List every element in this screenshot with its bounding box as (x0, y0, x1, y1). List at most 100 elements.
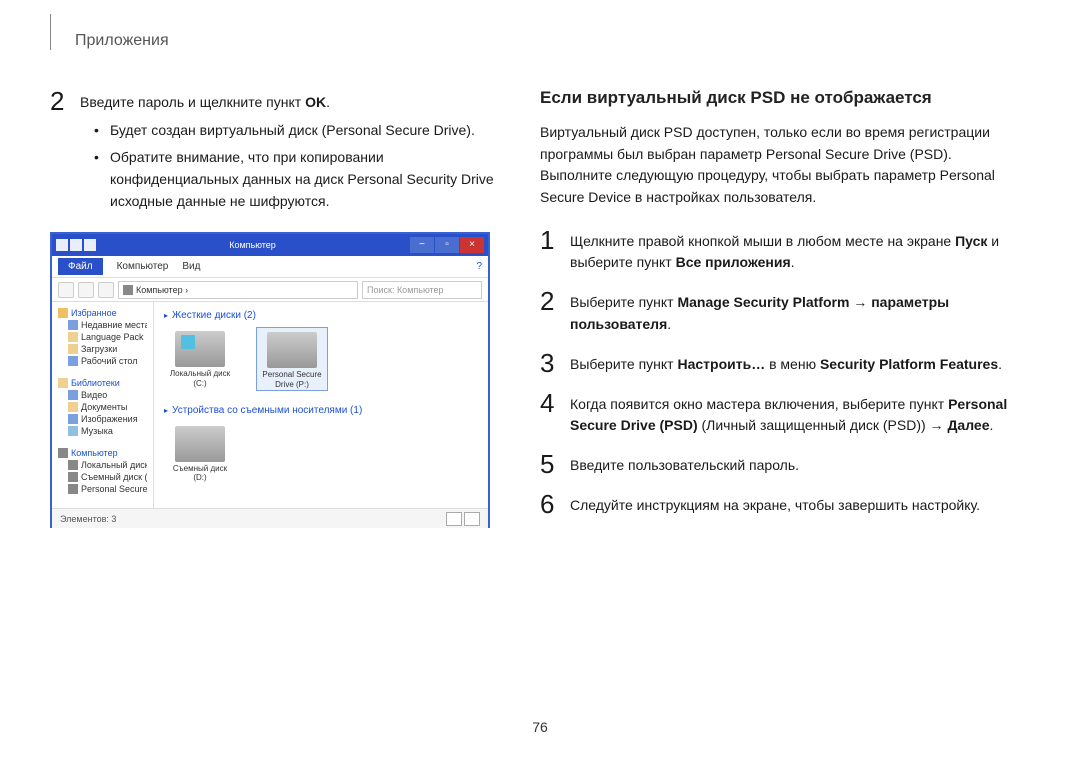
document-icon (68, 402, 78, 412)
path-field[interactable]: Компьютер › (118, 281, 358, 299)
back-button[interactable] (58, 282, 74, 298)
view-details-button[interactable] (446, 512, 462, 526)
folder-icon (68, 320, 78, 330)
step-body: Следуйте инструкциям на экране, чтобы за… (570, 491, 980, 517)
label: Недавние места (81, 320, 147, 330)
libraries-icon (58, 378, 68, 388)
text: . (998, 356, 1002, 372)
disk-icon (68, 472, 78, 482)
text-bold: Пуск (955, 233, 987, 249)
label: Локальный диск ( (81, 460, 147, 470)
sidebar-language-pack[interactable]: Language Pack (68, 332, 147, 342)
step-body: Введите пароль и щелкните пункт OK. Буде… (80, 88, 510, 218)
label: Музыка (81, 426, 113, 436)
drive-local-c[interactable]: Локальный диск (C:) (164, 327, 236, 390)
text: Введите пользовательский пароль. (570, 457, 799, 473)
sidebar-libraries-header[interactable]: Библиотеки (58, 378, 147, 388)
drive-psd[interactable]: Personal Secure Drive (P:) (256, 327, 328, 390)
step-number: 4 (540, 390, 570, 437)
folder-icon (68, 332, 78, 342)
sidebar-removable-disk[interactable]: Съемный диск ( (68, 472, 147, 482)
step-number: 2 (540, 288, 570, 335)
ribbon-tab-computer[interactable]: Компьютер (117, 261, 169, 272)
label: Устройства со съемными носителями (1) (172, 405, 362, 416)
disk-icon (267, 332, 317, 368)
label: Видео (81, 390, 107, 400)
path-text: Компьютер › (136, 285, 188, 295)
text: Когда появится окно мастера включения, в… (570, 396, 948, 412)
music-icon (68, 426, 78, 436)
text: Выберите пункт (570, 294, 677, 310)
maximize-button[interactable]: ▫ (435, 237, 459, 253)
minimize-button[interactable]: − (410, 237, 434, 253)
search-input[interactable]: Поиск: Компьютер (362, 281, 482, 299)
sidebar-pictures[interactable]: Изображения (68, 414, 147, 424)
text: Введите пароль и щелкните пункт (80, 94, 305, 110)
bullet-text: Будет создан виртуальный диск (Personal … (110, 120, 475, 142)
drive-removable-d[interactable]: Съемный диск (D:) (164, 422, 236, 483)
step-body: Выберите пункт Manage Security Platform … (570, 288, 1020, 335)
breadcrumb-header: Приложения (75, 32, 169, 50)
sidebar-videos[interactable]: Видео (68, 390, 147, 400)
text: (Личный защищенный диск (PSD)) → (698, 417, 948, 433)
removable-devices-header[interactable]: ▸ Устройства со съемными носителями (1) (164, 405, 478, 416)
text: . (990, 417, 994, 433)
explorer-window-screenshot: Компьютер − ▫ × Файл Компьютер Вид ? (50, 232, 490, 528)
text: Следуйте инструкциям на экране, чтобы за… (570, 497, 980, 513)
sidebar-downloads[interactable]: Загрузки (68, 344, 147, 354)
main-content-pane: ▸ Жесткие диски (2) Локальный диск (C:) P… (154, 302, 488, 508)
text: Выберите пункт (570, 356, 677, 372)
disk-icon (175, 331, 225, 367)
help-icon[interactable]: ? (476, 261, 482, 272)
star-icon (58, 308, 68, 318)
step-body: Выберите пункт Настроить… в меню Securit… (570, 350, 1002, 376)
view-icons-button[interactable] (464, 512, 480, 526)
address-bar: Компьютер › Поиск: Компьютер (52, 278, 488, 302)
sidebar-favorites-header[interactable]: Избранное (58, 308, 147, 318)
sidebar-computer-header[interactable]: Компьютер (58, 448, 147, 458)
label: Съемный диск ( (81, 472, 147, 482)
drive-label: Локальный диск (164, 369, 236, 379)
hard-disks-header[interactable]: ▸ Жесткие диски (2) (164, 310, 478, 321)
nav-sidebar: Избранное Недавние места Language Pack З… (52, 302, 154, 508)
window-title: Компьютер (96, 240, 409, 250)
bullet-item: Будет создан виртуальный диск (Personal … (94, 120, 510, 142)
sidebar-documents[interactable]: Документы (68, 402, 147, 412)
left-column: 2 Введите пароль и щелкните пункт OK. Бу… (50, 88, 510, 531)
text: . (326, 94, 330, 110)
text: . (791, 254, 795, 270)
label: Жесткие диски (2) (172, 310, 256, 321)
step-body: Щелкните правой кнопкой мыши в любом мес… (570, 227, 1020, 274)
label: Personal Secure ( (81, 484, 147, 494)
step-number: 5 (540, 451, 570, 477)
sidebar-psd[interactable]: Personal Secure ( (68, 484, 147, 494)
text: в меню (765, 356, 820, 372)
ribbon-tabs: Файл Компьютер Вид ? (52, 256, 488, 278)
drive-sub: Drive (P:) (257, 380, 327, 390)
text-bold: Настроить… (677, 356, 765, 372)
bullet-item: Обратите внимание, что при копировании к… (94, 147, 510, 212)
step-number: 6 (540, 491, 570, 517)
collapse-arrow-icon: ▸ (164, 311, 168, 320)
ribbon-tab-file[interactable]: Файл (58, 258, 103, 275)
computer-icon (58, 448, 68, 458)
forward-button[interactable] (78, 282, 94, 298)
close-button[interactable]: × (460, 237, 484, 253)
right-step-1: 1 Щелкните правой кнопкой мыши в любом м… (540, 227, 1020, 274)
subheading: Если виртуальный диск PSD не отображаетс… (540, 88, 1020, 108)
sidebar-desktop[interactable]: Рабочий стол (68, 356, 147, 366)
folder-icon (68, 344, 78, 354)
up-button[interactable] (98, 282, 114, 298)
label: Документы (81, 402, 127, 412)
label: Библиотеки (71, 378, 120, 388)
sidebar-local-disk[interactable]: Локальный диск ( (68, 460, 147, 470)
step-body: Когда появится окно мастера включения, в… (570, 390, 1020, 437)
sidebar-recent-places[interactable]: Недавние места (68, 320, 147, 330)
right-step-6: 6 Следуйте инструкциям на экране, чтобы … (540, 491, 1020, 517)
collapse-arrow-icon: ▸ (164, 406, 168, 415)
sidebar-music[interactable]: Музыка (68, 426, 147, 436)
right-step-2: 2 Выберите пункт Manage Security Platfor… (540, 288, 1020, 335)
label: Компьютер (71, 448, 118, 458)
ribbon-tab-view[interactable]: Вид (182, 261, 200, 272)
step-number: 2 (50, 88, 80, 218)
